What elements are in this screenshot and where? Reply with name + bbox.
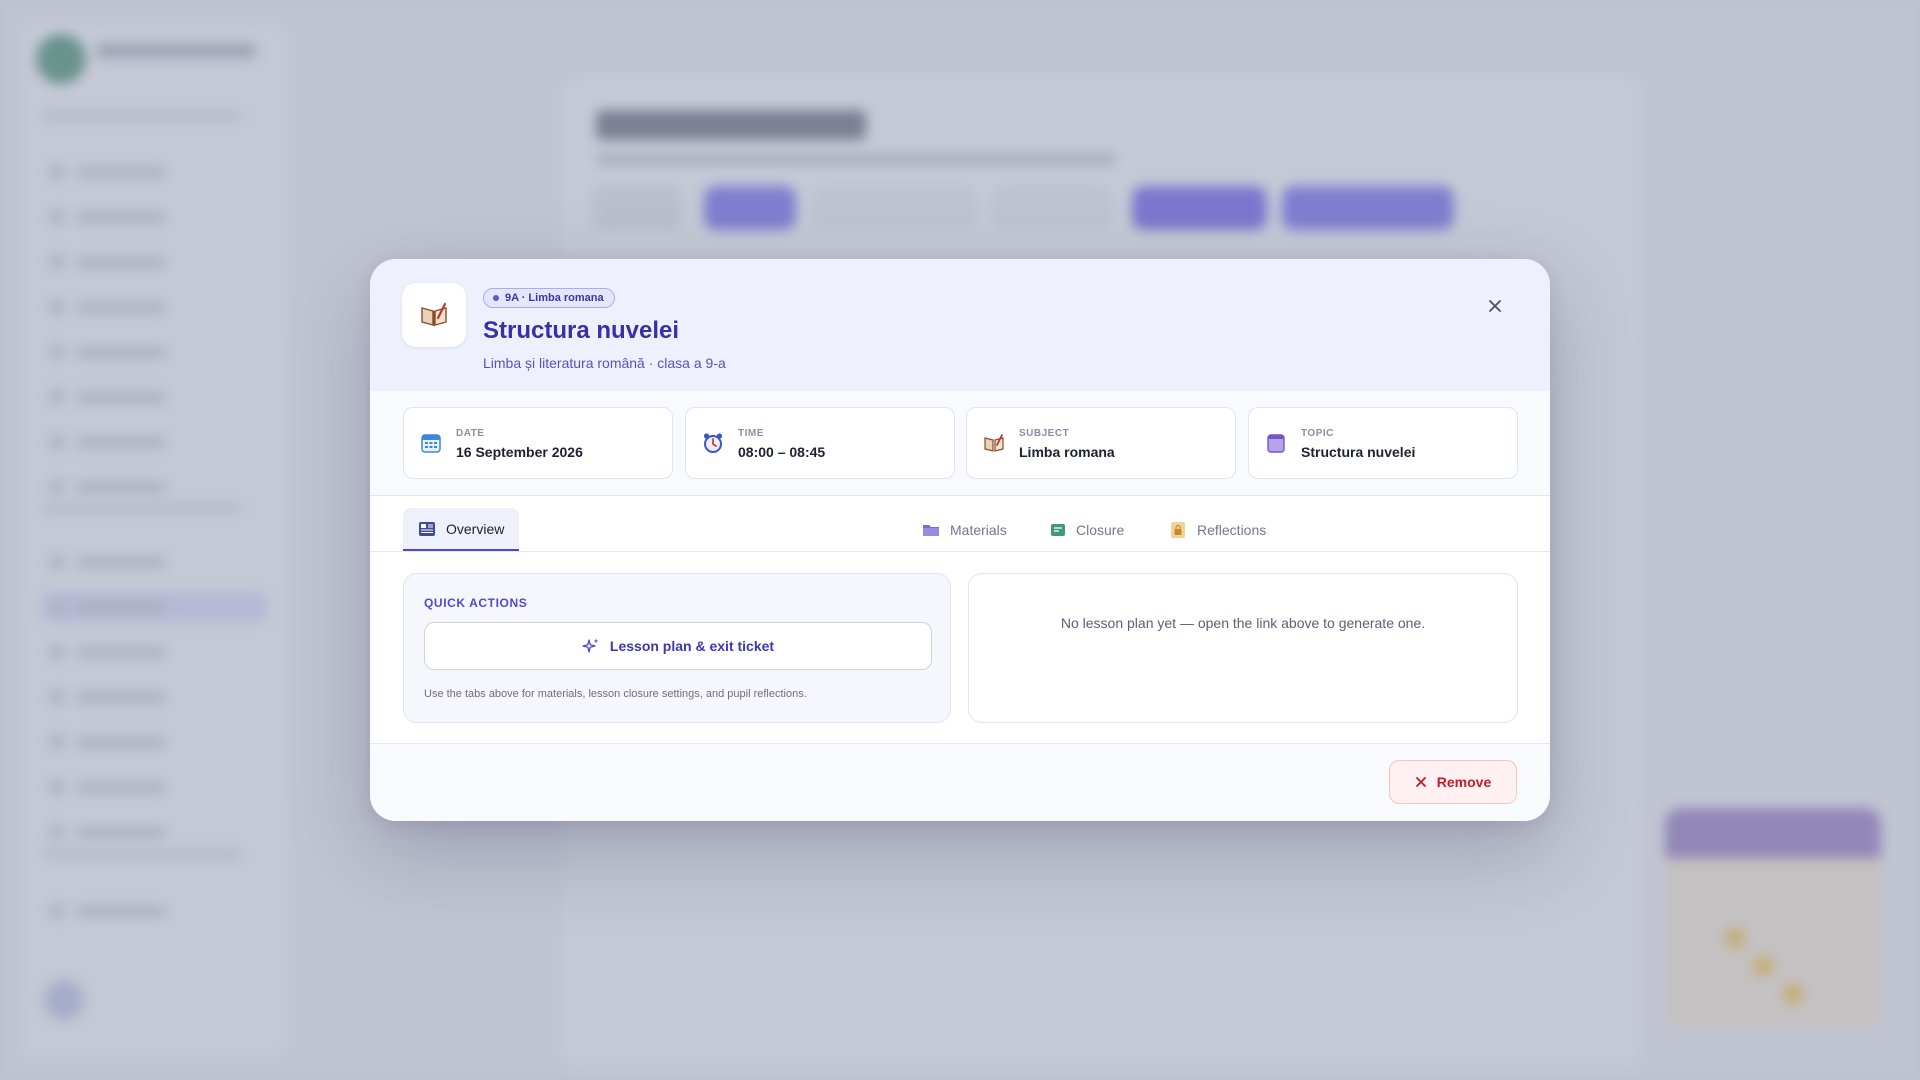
tab-materials[interactable]: Materials [907, 508, 1022, 551]
quick-actions-card: QUICK ACTIONS Lesson plan & exit ticket … [403, 573, 951, 723]
lesson-details-modal: 9A · Limba romana Structura nuvelei Limb… [370, 259, 1550, 821]
remove-button[interactable]: Remove [1389, 760, 1517, 804]
sparkles-icon [582, 638, 599, 653]
quick-actions-note: Use the tabs above for materials, lesson… [424, 688, 807, 700]
lesson-tabs: Overview Materials Closure Reflections [370, 496, 1550, 552]
modal-header: 9A · Limba romana Structura nuvelei Limb… [370, 259, 1550, 391]
tab-label: Materials [950, 521, 1007, 538]
badge-dot [493, 295, 499, 301]
info-value-date: 16 September 2026 [456, 444, 583, 460]
calendar-icon [421, 434, 441, 453]
alarm-clock-icon [703, 433, 723, 453]
lesson-info-band: DATE 16 September 2026 TIME 08:00 – 08:4… [370, 391, 1550, 496]
class-badge-label: 9A · Limba romana [505, 292, 604, 304]
exit-ticket-icon [1051, 523, 1065, 536]
modal-footer: Remove [370, 743, 1550, 821]
info-value-topic: Structura nuvelei [1301, 444, 1416, 460]
lesson-plan-card: No lesson plan yet — open the link above… [968, 573, 1518, 723]
overview-panel: QUICK ACTIONS Lesson plan & exit ticket … [370, 553, 1550, 743]
info-card-time: TIME 08:00 – 08:45 [685, 407, 955, 479]
open-book-icon [984, 434, 1004, 452]
info-label: DATE [456, 428, 485, 439]
info-label: SUBJECT [1019, 428, 1070, 439]
modal-title: Structura nuvelei [483, 317, 680, 344]
lesson-plan-button[interactable]: Lesson plan & exit ticket [424, 622, 932, 670]
lock-icon [1171, 521, 1185, 538]
info-card-topic: TOPIC Structura nuvelei [1248, 407, 1518, 479]
info-label: TOPIC [1301, 428, 1334, 439]
tab-label: Reflections [1197, 521, 1267, 538]
open-book-icon [402, 283, 466, 347]
notebook-icon [1267, 434, 1285, 453]
close-icon [1489, 300, 1501, 312]
tab-label: Overview [446, 520, 505, 537]
close-button[interactable] [1482, 293, 1508, 319]
class-badge: 9A · Limba romana [483, 288, 615, 308]
close-icon [1415, 777, 1426, 787]
tab-overview[interactable]: Overview [403, 508, 520, 551]
lesson-plan-button-label: Lesson plan & exit ticket [609, 638, 775, 654]
folder-icon [923, 524, 939, 536]
tab-label: Closure [1076, 521, 1125, 538]
tab-reflections[interactable]: Reflections [1154, 508, 1281, 551]
remove-button-label: Remove [1436, 774, 1492, 790]
info-card-date: DATE 16 September 2026 [403, 407, 673, 479]
info-label: TIME [738, 428, 764, 439]
quick-actions-heading: QUICK ACTIONS [424, 596, 528, 610]
info-value-subject: Limba romana [1019, 444, 1115, 460]
lesson-plan-empty-text: No lesson plan yet — open the link above… [1060, 615, 1426, 631]
info-card-subject: SUBJECT Limba romana [966, 407, 1236, 479]
newspaper-icon [419, 521, 435, 536]
tab-closure[interactable]: Closure [1035, 508, 1139, 551]
modal-subtitle: Limba și literatura română · clasa a 9-a [483, 355, 726, 371]
info-value-time: 08:00 – 08:45 [738, 444, 826, 460]
